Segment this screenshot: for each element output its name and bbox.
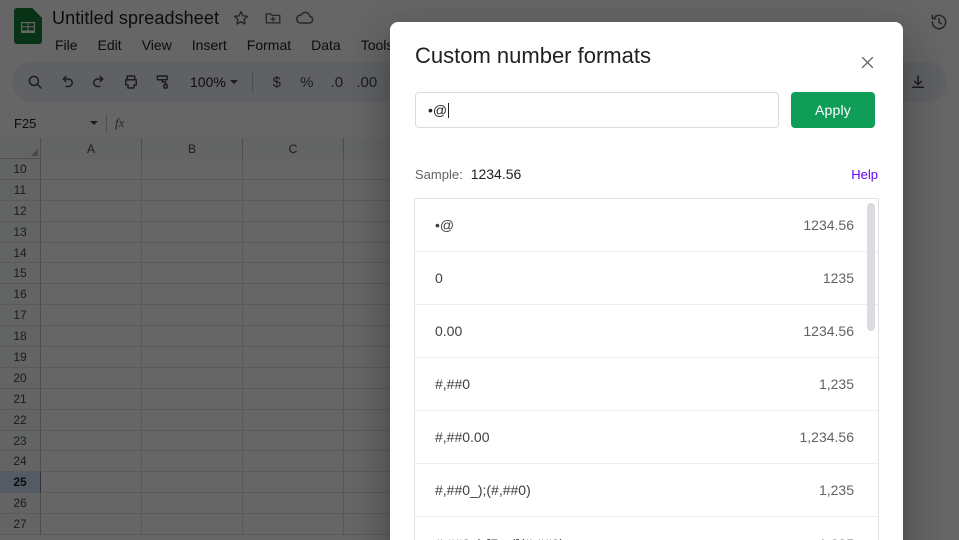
format-preview: 1234.56 [803,217,854,233]
format-pattern: #,##0_);[Red](#,##0) [435,536,564,540]
sample-value: 1234.56 [471,166,522,182]
format-input-row: •@ Apply [415,92,875,128]
format-pattern: #,##0.00 [435,429,490,445]
format-suggestions-list[interactable]: •@1234.56012350.001234.56#,##01,235#,##0… [414,198,879,540]
format-preview: 1235 [823,270,854,286]
format-pattern: 0.00 [435,323,462,339]
format-list-item[interactable]: 0 1235 [415,252,878,305]
custom-number-formats-dialog: Custom number formats •@ Apply Sample: 1… [390,22,903,540]
apply-button[interactable]: Apply [791,92,875,128]
scrollbar-thumb[interactable] [867,203,875,331]
format-list-scroll-area[interactable]: •@1234.56012350.001234.56#,##01,235#,##0… [415,199,878,540]
format-preview: 1,235 [819,536,854,540]
format-list-item[interactable]: #,##0 1,235 [415,358,878,411]
format-pattern: #,##0_);(#,##0) [435,482,531,498]
format-pattern: #,##0 [435,376,470,392]
format-preview: 1,234.56 [800,429,855,445]
format-list-item[interactable]: #,##0_);(#,##0) 1,235 [415,464,878,517]
close-icon[interactable] [855,50,879,74]
format-list-item[interactable]: #,##0_);[Red](#,##0) 1,235 [415,517,878,540]
format-list-item[interactable]: 0.00 1234.56 [415,305,878,358]
format-list-scrollbar[interactable] [867,203,875,540]
format-pattern-input[interactable]: •@ [415,92,779,128]
format-pattern: 0 [435,270,443,286]
dialog-title: Custom number formats [415,43,651,69]
format-preview: 1,235 [819,376,854,392]
format-preview: 1,235 [819,482,854,498]
format-input-value: •@ [428,102,447,118]
screen: Untitled spreadsheet [0,0,959,540]
sample-row: Sample: 1234.56 Help [415,166,878,182]
format-pattern: •@ [435,217,454,233]
help-link[interactable]: Help [851,167,878,182]
format-input-wrapper[interactable]: •@ [415,92,779,128]
text-cursor [448,103,449,118]
format-preview: 1234.56 [803,323,854,339]
sample-label: Sample: [415,167,463,182]
format-list-item[interactable]: •@ 1234.56 [415,199,878,252]
format-list-item[interactable]: #,##0.00 1,234.56 [415,411,878,464]
